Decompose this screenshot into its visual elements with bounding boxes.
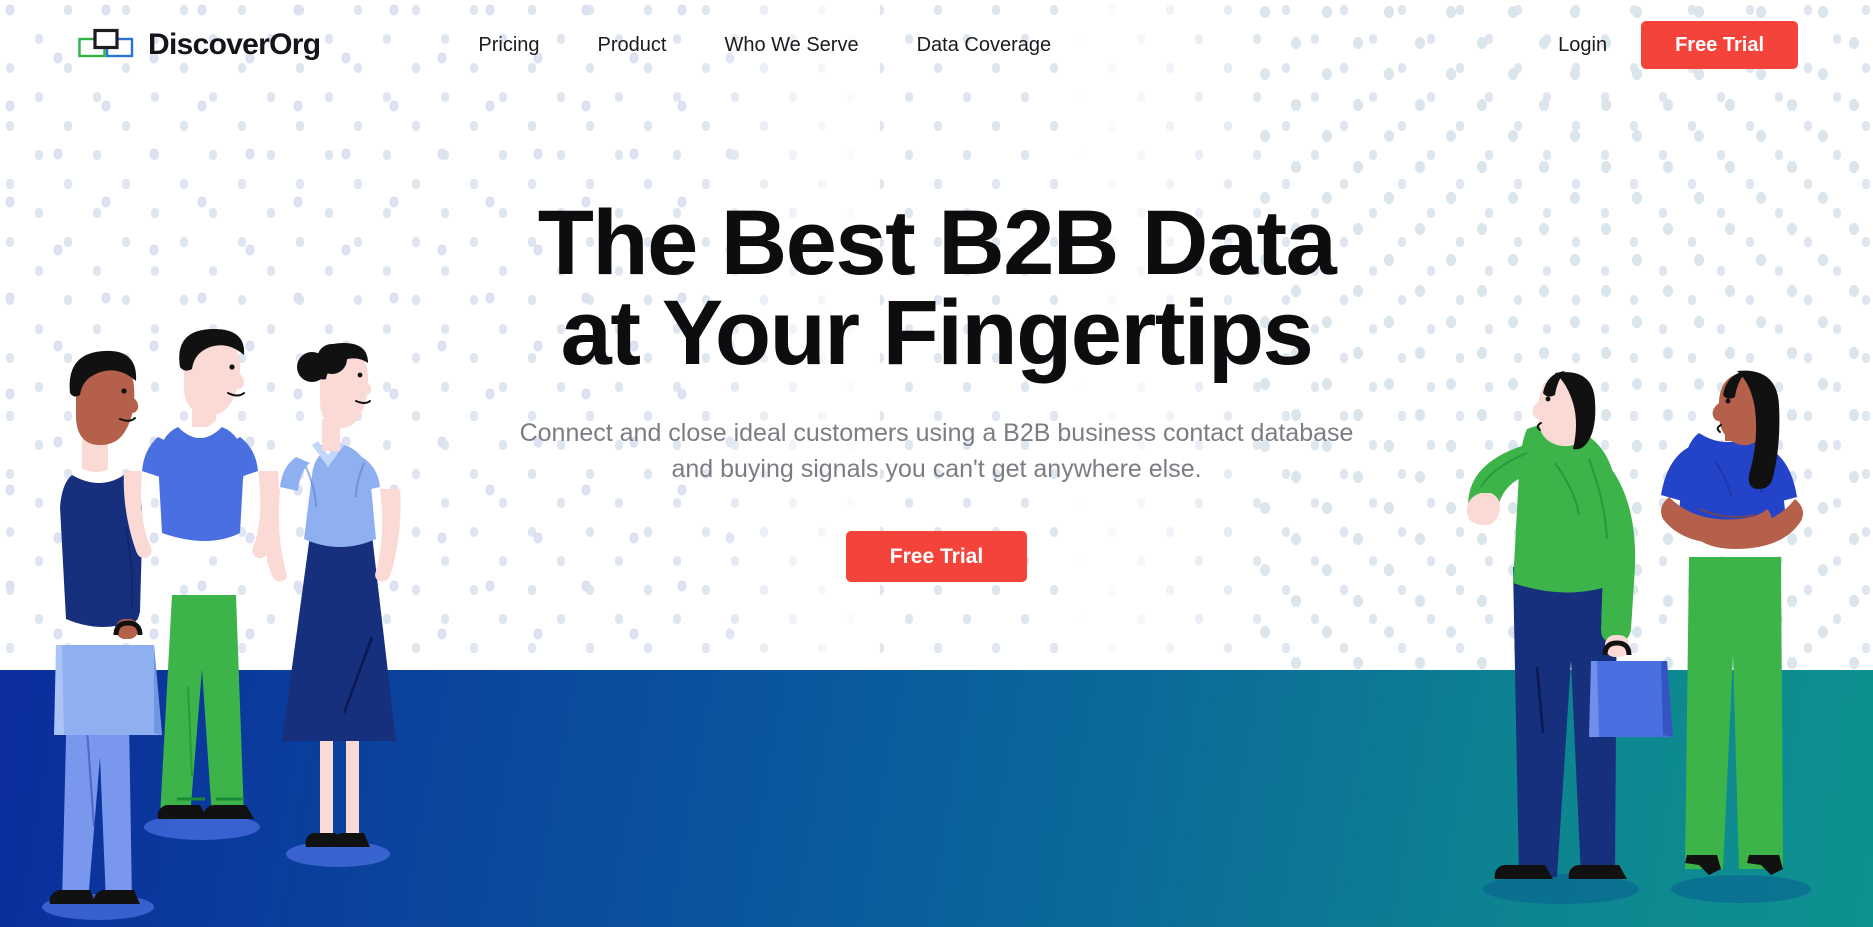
site-header: DiscoverOrg Pricing Product Who We Serve…: [0, 0, 1873, 90]
nav-pricing[interactable]: Pricing: [478, 34, 539, 57]
brand-logo[interactable]: DiscoverOrg: [78, 28, 321, 62]
nav-product[interactable]: Product: [598, 34, 667, 57]
login-link[interactable]: Login: [1558, 34, 1607, 57]
free-trial-button-header[interactable]: Free Trial: [1641, 21, 1798, 69]
overlapping-rectangles-logo-icon: [78, 28, 134, 62]
header-actions: Login Free Trial: [1558, 21, 1798, 69]
nav-data-coverage[interactable]: Data Coverage: [917, 34, 1052, 57]
headline-line-2: at Your Fingertips: [560, 282, 1314, 385]
page-title: The Best B2B Data at Your Fingertips: [387, 197, 1487, 385]
hero-subheadline: Connect and close ideal customers using …: [519, 419, 1354, 483]
free-trial-button-hero[interactable]: Free Trial: [845, 531, 1028, 583]
headline-line-1: The Best B2B Data: [537, 192, 1337, 294]
brand-name: DiscoverOrg: [148, 28, 321, 61]
page-root: DiscoverOrg Pricing Product Who We Serve…: [0, 0, 1873, 927]
nav-who-we-serve[interactable]: Who We Serve: [724, 34, 858, 57]
main-navigation: Pricing Product Who We Serve Data Covera…: [478, 34, 1051, 57]
